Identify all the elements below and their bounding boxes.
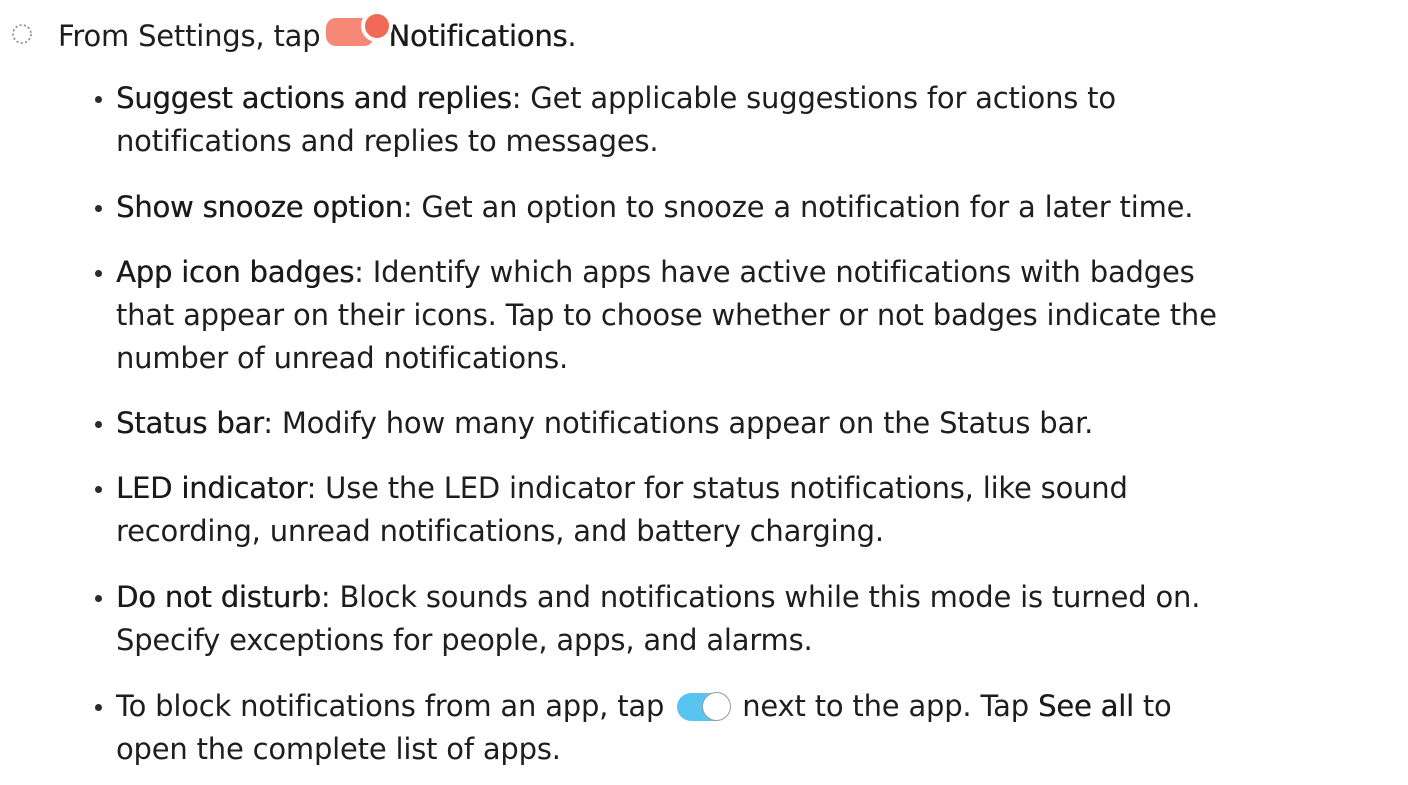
list-item-text: App icon badges: Identify which apps hav… [116,251,1396,380]
option-description: : Block sounds and notifications while t… [320,580,1201,614]
list-item-text: Status bar: Modify how many notification… [116,402,1396,445]
list-item-text: LED indicator: Use the LED indicator for… [116,467,1396,553]
option-description-continued: recording, unread notifications, and bat… [116,514,884,548]
toggle-switch-icon [677,692,732,722]
instruction-text: to [1142,689,1172,723]
list-item-text: Suggest actions and replies: Get applica… [116,77,1396,163]
bullet-icon [95,486,102,493]
step-text: From Settings, tap Notifications. [58,10,577,55]
toggle-knob [702,692,732,721]
step-suffix: . [567,19,577,53]
step-prefix: From Settings, tap [58,19,321,53]
bullet-icon [95,595,102,602]
instruction-step: From Settings, tap Notifications. [0,0,1408,70]
option-description: : Get an option to snooze a notification… [402,190,1194,224]
list-item-text: To block notifications from an app, tap … [116,685,1396,771]
option-description-continued: notifications and replies to messages. [116,124,659,158]
list-item-text: Do not disturb: Block sounds and notific… [116,576,1396,662]
option-description-continued: open the complete list of apps. [116,732,561,766]
option-description-continued: that appear on their icons. Tap to choos… [116,298,1217,332]
option-term: Status bar [116,406,264,440]
option-description: : Modify how many notifications appear o… [263,406,1094,440]
step-marker-icon [12,24,32,44]
bullet-icon [95,421,102,428]
option-description: : Use the LED indicator for status notif… [306,471,1128,505]
bullet-icon [95,96,102,103]
notifications-menu-label: Notifications [388,19,568,53]
option-description: : Identify which apps have active notifi… [354,255,1195,289]
see-all-label: See all [1038,689,1134,723]
option-description-continued: number of unread notifications. [116,341,569,375]
option-description-continued: Specify exceptions for people, apps, and… [116,623,813,657]
settings-notifications-icon [326,10,394,52]
option-term: Do not disturb [116,580,321,614]
instruction-text: To block notifications from an app, tap [116,689,665,723]
bullet-icon [95,704,102,711]
instruction-text: next to the app. Tap [742,689,1029,723]
option-term: LED indicator [116,471,307,505]
bullet-icon [95,205,102,212]
option-term: App icon badges [116,255,355,289]
bullet-icon [95,270,102,277]
option-term: Suggest actions and replies [116,81,512,115]
list-item-text: Show snooze option: Get an option to sno… [116,186,1396,229]
option-term: Show snooze option [116,190,403,224]
option-description: : Get applicable suggestions for actions… [511,81,1116,115]
